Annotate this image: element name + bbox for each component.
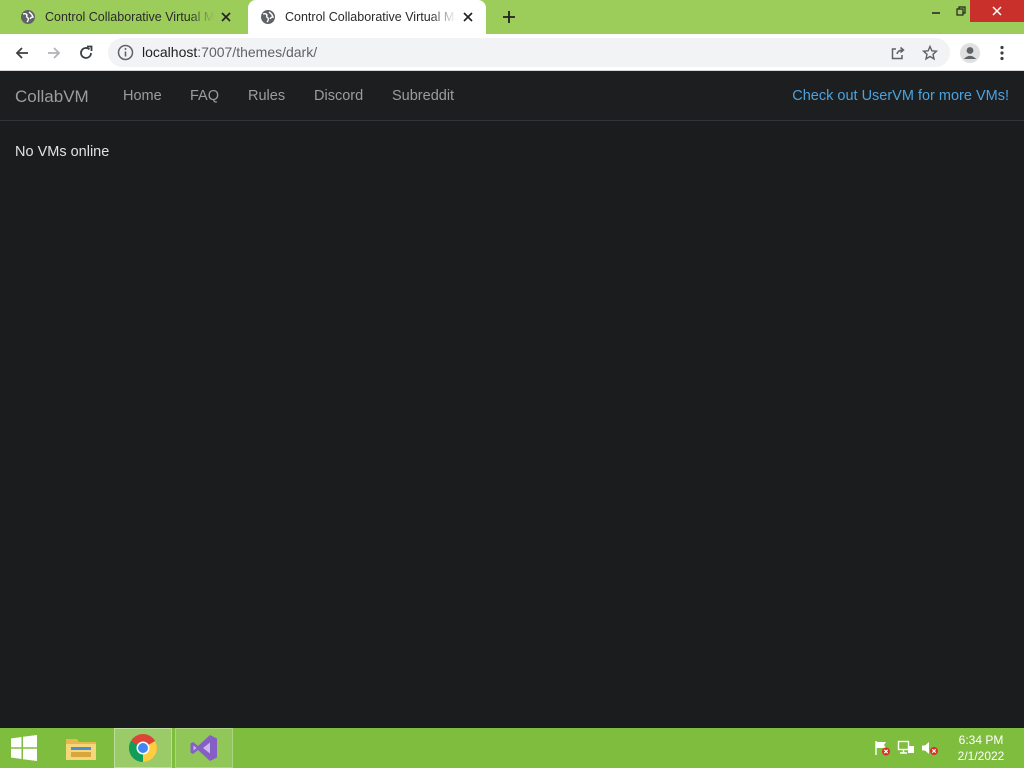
folder-icon bbox=[66, 739, 96, 760]
arrow-left-icon bbox=[15, 47, 28, 59]
action-center-flag-icon[interactable] bbox=[873, 740, 891, 756]
back-button[interactable] bbox=[9, 40, 35, 66]
tab-title: Control Collaborative Virtual Machines bbox=[45, 10, 214, 24]
browser-tab-1[interactable]: Control Collaborative Virtual Machines bbox=[8, 0, 244, 34]
profile-button[interactable] bbox=[957, 40, 983, 66]
close-icon bbox=[463, 12, 473, 22]
nav-link-rules[interactable]: Rules bbox=[248, 88, 285, 104]
tab-title: Control Collaborative Virtual Machines bbox=[285, 10, 456, 24]
reload-icon bbox=[80, 45, 93, 59]
url-host: localhost bbox=[142, 44, 198, 60]
browser-tab-strip: Control Collaborative Virtual Machines C… bbox=[0, 0, 1024, 34]
globe-icon bbox=[261, 10, 275, 24]
browser-toolbar: localhost:7007/themes/dark/ bbox=[0, 34, 1024, 71]
site-brand[interactable]: CollabVM bbox=[15, 87, 89, 107]
forward-button[interactable] bbox=[41, 40, 67, 66]
menu-button[interactable] bbox=[989, 40, 1015, 66]
windows-logo-icon bbox=[11, 735, 37, 761]
close-icon bbox=[992, 6, 1002, 16]
close-tab-button[interactable] bbox=[456, 5, 480, 29]
volume-muted-icon[interactable] bbox=[921, 740, 939, 756]
minimize-icon bbox=[932, 12, 940, 14]
close-window-button[interactable] bbox=[970, 0, 1024, 22]
address-bar[interactable]: localhost:7007/themes/dark/ bbox=[108, 38, 950, 67]
info-icon[interactable] bbox=[117, 44, 134, 61]
start-button[interactable] bbox=[0, 728, 48, 768]
uservm-promo-link[interactable]: Check out UserVM for more VMs! bbox=[792, 88, 1009, 104]
new-tab-button[interactable] bbox=[497, 5, 521, 29]
share-button[interactable] bbox=[885, 40, 911, 66]
system-clock[interactable]: 6:34 PM 2/1/2022 bbox=[948, 732, 1014, 764]
restore-icon bbox=[956, 6, 966, 16]
reload-button[interactable] bbox=[73, 40, 99, 66]
share-icon bbox=[891, 46, 905, 60]
browser-tab-2[interactable]: Control Collaborative Virtual Machines bbox=[248, 0, 486, 34]
more-vertical-icon bbox=[1000, 45, 1004, 61]
nav-link-subreddit[interactable]: Subreddit bbox=[392, 88, 454, 104]
nav-link-home[interactable]: Home bbox=[123, 88, 162, 104]
taskbar-chrome[interactable] bbox=[114, 728, 172, 768]
network-icon[interactable] bbox=[897, 740, 915, 756]
bookmark-button[interactable] bbox=[917, 40, 943, 66]
avatar-icon bbox=[960, 43, 980, 63]
plus-icon bbox=[503, 11, 515, 23]
taskbar-visual-studio[interactable] bbox=[175, 728, 233, 768]
clock-date: 2/1/2022 bbox=[957, 749, 1005, 763]
chrome-icon bbox=[129, 734, 157, 762]
site-navbar: CollabVM Home FAQ Rules Discord Subreddi… bbox=[0, 71, 1024, 121]
url-text[interactable]: localhost:7007/themes/dark/ bbox=[142, 44, 317, 60]
taskbar-file-explorer[interactable] bbox=[56, 728, 106, 768]
star-icon bbox=[922, 45, 938, 61]
arrow-right-icon bbox=[48, 47, 61, 59]
nav-link-faq[interactable]: FAQ bbox=[190, 88, 219, 104]
vm-status-message: No VMs online bbox=[15, 144, 110, 160]
url-path: :7007/themes/dark/ bbox=[197, 44, 318, 60]
nav-link-discord[interactable]: Discord bbox=[314, 88, 363, 104]
taskbar: 6:34 PM 2/1/2022 bbox=[0, 728, 1024, 768]
globe-icon bbox=[21, 10, 35, 24]
visual-studio-icon bbox=[190, 735, 217, 761]
close-tab-button[interactable] bbox=[214, 5, 238, 29]
clock-time: 6:34 PM bbox=[958, 733, 1004, 747]
close-icon bbox=[221, 12, 231, 22]
